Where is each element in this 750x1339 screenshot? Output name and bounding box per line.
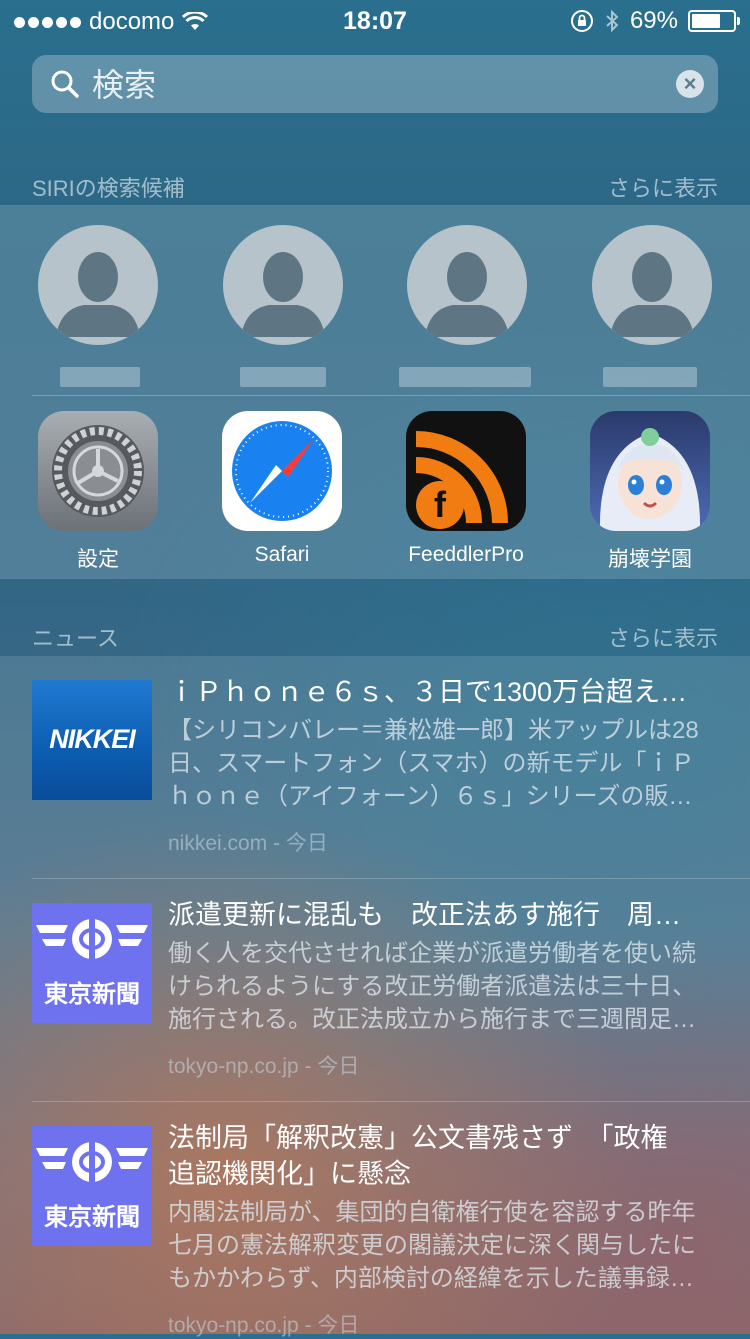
suggested-contact[interactable] xyxy=(38,225,158,387)
suggested-contact[interactable] xyxy=(399,225,531,387)
contact-name-redacted xyxy=(603,367,697,387)
app-feeddlerpro[interactable]: f FeeddlerPro xyxy=(406,411,526,567)
tokyo-shimbun-logo-icon: 東京新聞 xyxy=(32,903,152,1023)
news-title: 派遣更新に混乱も 改正法あす施行 周… xyxy=(168,900,681,930)
divider xyxy=(32,1101,750,1102)
contact-name-redacted xyxy=(240,367,326,387)
news-description: 働く人を交代させれば企業が派遣労働者を使い続 けられるようにする改正労働者派遣法… xyxy=(168,940,697,1033)
siri-show-more-link[interactable]: さらに表示 xyxy=(608,171,718,203)
orientation-lock-icon xyxy=(570,10,593,32)
app-settings[interactable]: 設定 xyxy=(38,411,158,573)
suggested-contacts xyxy=(0,205,750,395)
news-source: tokyo-np.co.jp - 今日 xyxy=(168,1314,360,1337)
search-bar[interactable]: × xyxy=(32,55,718,115)
contact-avatar-icon xyxy=(223,225,343,345)
news-source: nikkei.com - 今日 xyxy=(168,832,328,855)
siri-suggestions-panel: 設定 Safari f FeeddlerPro 崩壊学園 xyxy=(0,205,750,579)
contact-name-redacted xyxy=(399,367,531,387)
news-section-title: ニュース xyxy=(32,626,119,651)
contact-name-redacted xyxy=(60,367,140,387)
siri-section-header: SIRIの検索候補 さらに表示 xyxy=(32,171,718,203)
safari-compass-icon xyxy=(222,411,342,531)
feeddler-rss-icon: f xyxy=(406,411,526,531)
siri-section-title: SIRIの検索候補 xyxy=(32,176,185,201)
news-show-more-link[interactable]: さらに表示 xyxy=(608,621,718,653)
svg-text:f: f xyxy=(434,484,447,525)
battery-icon xyxy=(688,10,740,32)
tokyo-shimbun-logo-icon: 東京新聞 xyxy=(32,1126,152,1246)
clear-search-icon[interactable]: × xyxy=(676,70,704,98)
news-description: 【シリコンバレー＝兼松雄一郎】米アップルは28 日、スマートフォン（スマホ）の新… xyxy=(168,717,699,810)
app-label: 設定 xyxy=(77,548,119,571)
news-description: 内閣法制局が、集団的自衛権行使を容認する昨年 七月の憲法解釈変更の閣議決定に深く… xyxy=(168,1199,696,1292)
divider xyxy=(32,395,750,396)
app-label: Safari xyxy=(254,543,310,566)
app-label: 崩壊学園 xyxy=(608,548,692,571)
nikkei-logo-icon: NIKKEI xyxy=(32,680,152,800)
suggested-contact[interactable] xyxy=(223,225,343,387)
app-houkai-gakuen[interactable]: 崩壊学園 xyxy=(590,411,710,573)
news-section-header: ニュース さらに表示 xyxy=(32,621,718,653)
search-input[interactable] xyxy=(90,55,654,115)
suggested-contact[interactable] xyxy=(592,225,712,387)
contact-avatar-icon xyxy=(592,225,712,345)
battery-percent: 69% xyxy=(629,7,678,34)
app-safari[interactable]: Safari xyxy=(222,411,342,567)
news-title: ｉＰｈｏｎｅ６ｓ、３日で1300万台超え… xyxy=(168,677,688,707)
contact-avatar-icon xyxy=(38,225,158,345)
divider xyxy=(32,878,750,879)
search-icon xyxy=(51,70,79,98)
settings-gear-icon xyxy=(38,411,158,531)
contact-avatar-icon xyxy=(407,225,527,345)
app-label: FeeddlerPro xyxy=(408,543,524,566)
news-title: 法制局「解釈改憲」公文書残さず 「政権 追認機関化」に懸念 xyxy=(168,1123,668,1189)
news-source: tokyo-np.co.jp - 今日 xyxy=(168,1055,360,1078)
bluetooth-icon xyxy=(606,9,619,33)
anime-character-icon xyxy=(590,411,710,531)
status-bar: docomo 18:07 69% xyxy=(0,0,750,40)
